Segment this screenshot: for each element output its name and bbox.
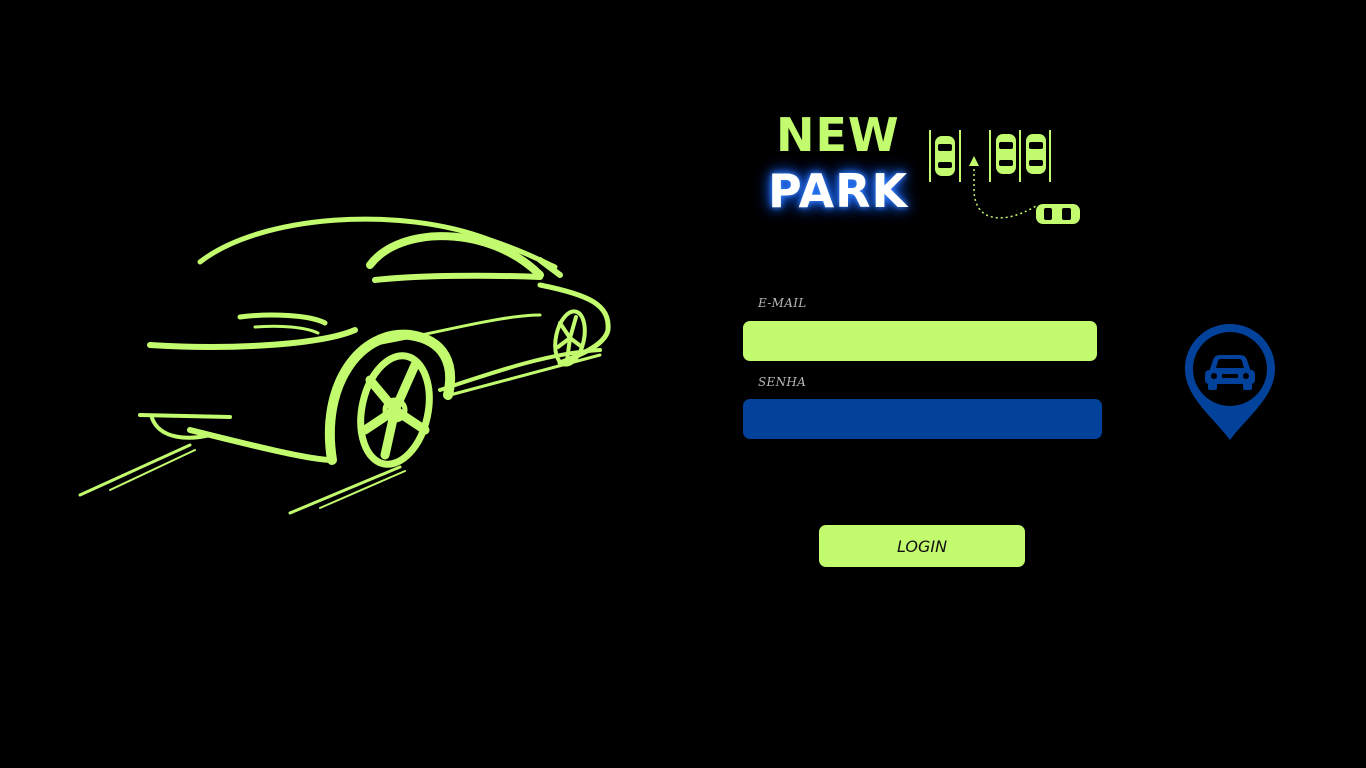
sports-car-outline-icon	[78, 216, 611, 515]
logo: NEW PARK	[760, 110, 1100, 230]
email-field[interactable]	[743, 321, 1097, 361]
email-label: E-MAIL	[758, 296, 807, 310]
car-location-pin-icon	[1185, 324, 1275, 440]
senha-label: SENHA	[758, 375, 807, 389]
login-button[interactable]: LOGIN	[819, 525, 1025, 567]
logo-new-text: NEW	[776, 108, 900, 162]
senha-field[interactable]	[743, 399, 1102, 439]
logo-park-text: PARK	[768, 164, 909, 218]
parking-lot-icon	[929, 130, 1080, 224]
